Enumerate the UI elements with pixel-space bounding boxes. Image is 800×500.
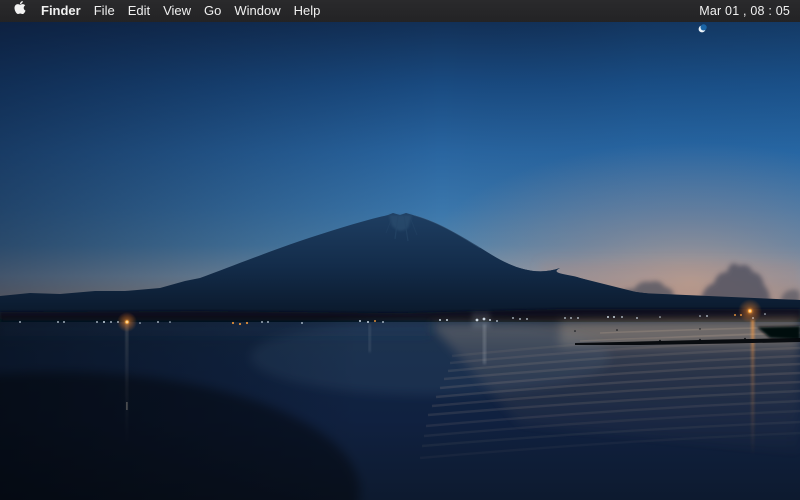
menu-items: File Edit View Go Window Help (94, 0, 321, 22)
active-app-name[interactable]: Finder (41, 0, 81, 22)
desktop[interactable] (0, 22, 800, 500)
menu-bar: Finder File Edit View Go Window Help Mar… (0, 0, 800, 22)
menu-window[interactable]: Window (234, 0, 280, 22)
apple-icon (14, 0, 26, 22)
menu-edit[interactable]: Edit (128, 0, 150, 22)
menu-file[interactable]: File (94, 0, 115, 22)
menu-help[interactable]: Help (294, 0, 321, 22)
menu-view[interactable]: View (163, 0, 191, 22)
apple-menu[interactable] (14, 0, 27, 19)
menu-go[interactable]: Go (204, 0, 221, 22)
menu-clock[interactable]: Mar 01 , 08 : 05 (699, 0, 790, 22)
desktop-wallpaper (0, 22, 800, 500)
lake-water (0, 318, 800, 500)
